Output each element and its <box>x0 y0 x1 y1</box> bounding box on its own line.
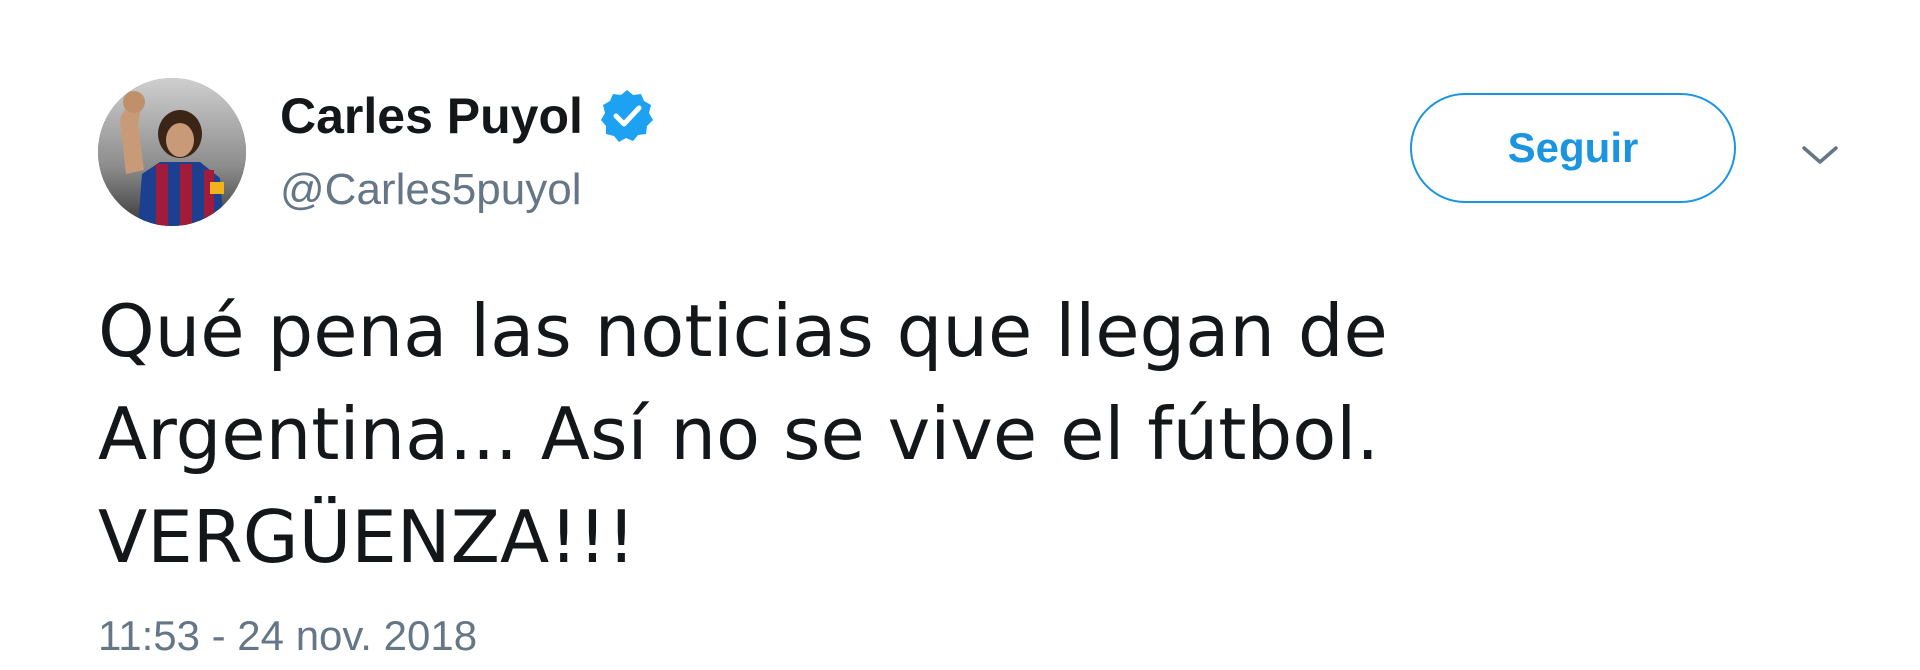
author-handle[interactable]: @Carles5puyol <box>280 165 581 215</box>
verified-badge-icon <box>599 88 655 144</box>
tweet-timestamp[interactable]: 11:53 - 24 nov. 2018 <box>98 612 477 660</box>
author-name-row: Carles Puyol <box>280 86 655 146</box>
avatar-image <box>98 78 246 226</box>
tweet-text: Qué pena las noticias que llegan de Arge… <box>98 289 1388 579</box>
author-name[interactable]: Carles Puyol <box>280 87 583 145</box>
follow-button[interactable]: Seguir <box>1410 93 1736 203</box>
tweet-card: Carles Puyol @Carles5puyol Seguir Qué pe… <box>0 0 1920 670</box>
avatar[interactable] <box>98 78 246 226</box>
chevron-down-icon[interactable] <box>1798 140 1842 170</box>
